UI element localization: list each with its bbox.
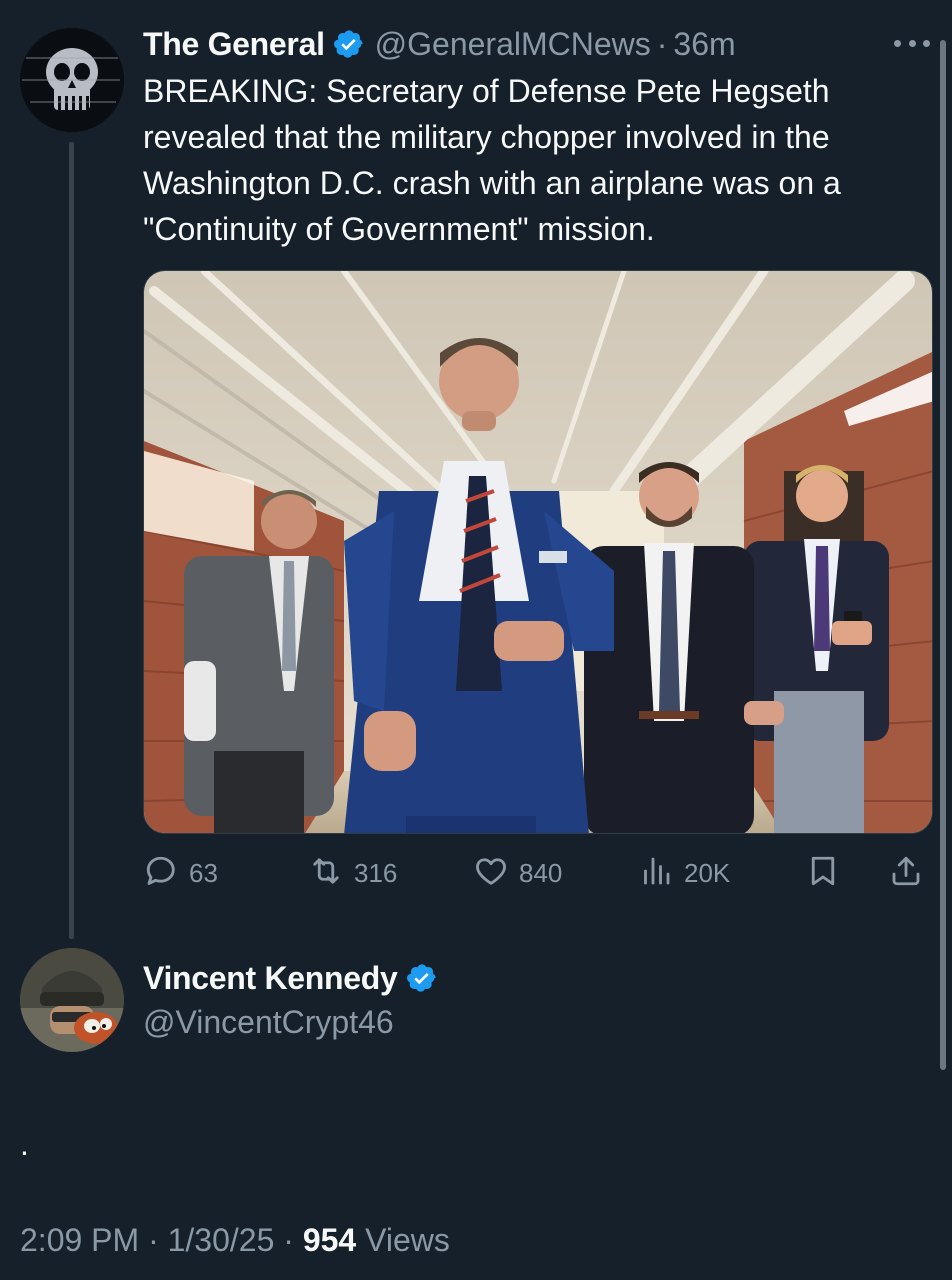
repost-button[interactable]: 316 <box>308 848 397 898</box>
share-icon <box>888 853 924 894</box>
bookmark-icon <box>805 853 841 894</box>
views-count: 20K <box>684 857 731 888</box>
parent-tweet-header: The General @GeneralMCNews · 36m <box>143 22 736 66</box>
separator-dot: · <box>656 25 668 62</box>
views-label: Views <box>365 1222 450 1258</box>
tweet-text-line: "Continuity of Government" mission. <box>143 211 655 247</box>
tweet-action-bar: 63 316 840 20K <box>143 848 933 898</box>
separator-dot: · <box>148 1222 159 1258</box>
author-handle[interactable]: @GeneralMCNews <box>375 26 651 63</box>
tweet-media-photo[interactable] <box>143 270 933 834</box>
separator-dot: · <box>283 1222 294 1258</box>
reply-tweet-text: . <box>20 1126 29 1162</box>
reply-icon <box>143 853 179 894</box>
tweet-text: BREAKING: Secretary of Defense Pete Hegs… <box>143 68 933 252</box>
tweet-text-line: revealed that the military chopper invol… <box>143 119 830 155</box>
reply-tweet-meta: 2:09 PM · 1/30/25 · 954 Views <box>20 1222 450 1259</box>
avatar-vincent-kennedy[interactable] <box>20 948 124 1052</box>
repost-count: 316 <box>354 857 398 888</box>
share-button[interactable] <box>888 848 924 898</box>
tweet-text-line: Washington D.C. crash with an airplane w… <box>143 165 841 201</box>
like-count: 840 <box>519 857 563 888</box>
tweet-thread-page: The General @GeneralMCNews · 36m BREAKIN… <box>0 0 952 1280</box>
tweet-date[interactable]: 1/30/25 <box>168 1222 275 1258</box>
thread-connector-line <box>69 142 74 939</box>
verified-badge-icon <box>406 962 438 994</box>
scrollbar[interactable] <box>940 40 946 1070</box>
reply-author-handle[interactable]: @VincentCrypt46 <box>143 1004 394 1041</box>
more-icon[interactable] <box>894 28 930 58</box>
reply-tweet-header: Vincent Kennedy <box>143 956 438 1000</box>
reply-author-display-name[interactable]: Vincent Kennedy <box>143 960 398 997</box>
author-display-name[interactable]: The General <box>143 26 325 63</box>
like-button[interactable]: 840 <box>473 848 562 898</box>
reply-button[interactable]: 63 <box>143 848 218 898</box>
views-count: 954 <box>302 1222 357 1258</box>
repost-icon <box>308 853 344 894</box>
tweet-time[interactable]: 2:09 PM <box>20 1222 139 1258</box>
views-icon <box>638 853 674 894</box>
tweet-time-ago[interactable]: 36m <box>673 26 735 63</box>
bookmark-button[interactable] <box>805 848 841 898</box>
tweet-text-line: BREAKING: Secretary of Defense Pete Hegs… <box>143 73 830 109</box>
views-button[interactable]: 20K <box>638 848 730 898</box>
verified-badge-icon <box>333 28 365 60</box>
reply-count: 63 <box>189 857 218 888</box>
avatar-the-general[interactable] <box>20 28 124 132</box>
like-icon <box>473 853 509 894</box>
